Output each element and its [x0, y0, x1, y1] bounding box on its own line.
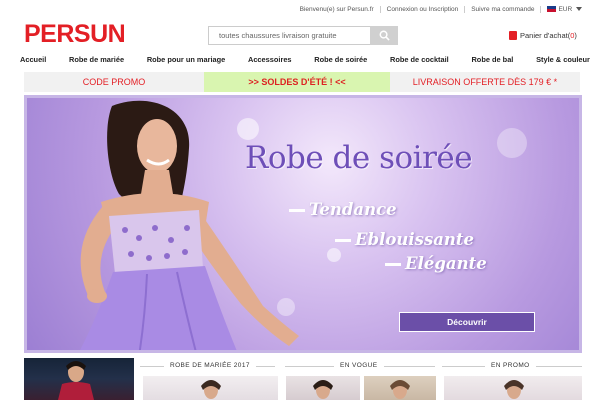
- model-thumbnail: [58, 361, 94, 400]
- nav-item-style-couleur[interactable]: Style & couleur: [536, 55, 590, 69]
- flag-icon: [547, 6, 557, 13]
- top-utility-bar: Bienvenu(e) sur Persun.fr Connexion ou I…: [0, 0, 600, 22]
- cart-label: Panier d'achat(0): [520, 31, 577, 40]
- banner-tag-elegante: Elégante: [385, 254, 487, 273]
- search-icon: [379, 30, 390, 41]
- currency-selector[interactable]: EUR: [540, 6, 588, 13]
- cart-button[interactable]: Panier d'achat(0): [509, 31, 577, 40]
- promo-thumbnail[interactable]: [444, 376, 582, 400]
- featured-sections: ROBE DE MARIÉE 2017 EN VOGUE EN PROMO: [0, 358, 600, 400]
- model-thumbnail: [313, 380, 333, 399]
- vogue-thumbnail-1[interactable]: [286, 376, 360, 400]
- section-title-bridal[interactable]: ROBE DE MARIÉE 2017: [164, 362, 256, 369]
- bokeh-light: [327, 248, 341, 262]
- nav-item-robe-pour-un-mariage[interactable]: Robe pour un mariage: [147, 55, 225, 69]
- promo-code-link[interactable]: CODE PROMO: [24, 72, 204, 92]
- banner-tag-tendance: Tendance: [289, 200, 397, 219]
- section-title-vogue[interactable]: EN VOGUE: [334, 362, 384, 369]
- nav-item-robe-de-soiree[interactable]: Robe de soirée: [314, 55, 367, 69]
- logo[interactable]: PERSUN: [24, 20, 126, 49]
- model-thumbnail: [504, 380, 524, 399]
- summer-sale-link[interactable]: >> SOLDES D'ÉTÉ ! <<: [204, 72, 390, 92]
- main-nav: Accueil Robe de mariée Robe pour un mari…: [20, 55, 590, 69]
- model-thumbnail: [390, 380, 410, 399]
- bridal-thumbnail[interactable]: [143, 376, 278, 400]
- track-order-link[interactable]: Suivre ma commande: [464, 6, 540, 13]
- welcome-text: Bienvenu(e) sur Persun.fr: [299, 6, 374, 13]
- nav-item-robe-de-bal[interactable]: Robe de bal: [471, 55, 513, 69]
- promo-strip: CODE PROMO >> SOLDES D'ÉTÉ ! << LIVRAISO…: [24, 72, 580, 92]
- nav-item-robe-de-cocktail[interactable]: Robe de cocktail: [390, 55, 449, 69]
- hero-banner[interactable]: Robe de soirée Tendance Eblouissante Elé…: [24, 95, 582, 353]
- nav-item-accueil[interactable]: Accueil: [20, 55, 46, 69]
- search-input[interactable]: toutes chaussures livraison gratuite: [208, 26, 370, 45]
- shopping-bag-icon: [509, 31, 517, 40]
- nav-item-accessoires[interactable]: Accessoires: [248, 55, 292, 69]
- featured-dress-thumbnail[interactable]: [24, 358, 134, 400]
- discover-button[interactable]: Découvrir: [399, 312, 535, 332]
- section-title-promo[interactable]: EN PROMO: [485, 362, 536, 369]
- nav-item-robe-de-mariee[interactable]: Robe de mariée: [69, 55, 124, 69]
- banner-tag-eblouissante: Eblouissante: [335, 230, 474, 249]
- login-link[interactable]: Connexion ou Inscription: [379, 6, 465, 13]
- banner-headline: Robe de soirée: [245, 140, 473, 176]
- search-button[interactable]: [370, 26, 398, 45]
- currency-label: EUR: [558, 6, 573, 13]
- caret-down-icon: [576, 7, 582, 12]
- model-photo: [80, 100, 299, 350]
- bokeh-light: [497, 128, 527, 158]
- model-thumbnail: [201, 380, 221, 399]
- search-bar: toutes chaussures livraison gratuite: [208, 26, 398, 45]
- free-shipping-link[interactable]: LIVRAISON OFFERTE DÈS 179 € *: [390, 72, 580, 92]
- top-links: Bienvenu(e) sur Persun.fr Connexion ou I…: [294, 6, 588, 13]
- vogue-thumbnail-2[interactable]: [364, 376, 436, 400]
